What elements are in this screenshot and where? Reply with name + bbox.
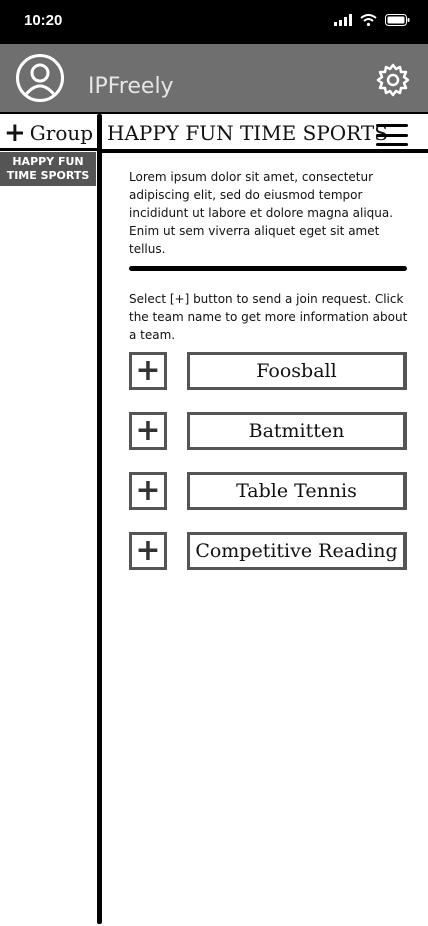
team-row: + Foosball: [129, 352, 407, 392]
team-name-button[interactable]: Table Tennis: [187, 472, 407, 510]
add-group-button[interactable]: + Group: [4, 118, 93, 148]
add-group-label: Group: [29, 121, 94, 145]
join-team-button[interactable]: +: [129, 352, 167, 390]
wifi-icon: [360, 14, 377, 26]
app-header: IPFreely: [0, 44, 428, 114]
avatar[interactable]: [16, 54, 64, 102]
status-bar: 10:20: [0, 0, 428, 44]
menu-icon[interactable]: [376, 124, 408, 146]
plus-icon: +: [135, 473, 161, 508]
status-time: 10:20: [24, 12, 63, 29]
divider: [0, 148, 100, 151]
team-name-button[interactable]: Foosball: [187, 352, 407, 390]
team-name-button[interactable]: Batmitten: [187, 412, 407, 450]
page-title: HAPPY FUN TIME SPORTS: [107, 121, 388, 145]
team-row: + Competitive Reading: [129, 532, 407, 572]
instructions-text: Select [+] button to send a join request…: [129, 292, 408, 342]
battery-icon: [385, 14, 410, 26]
gear-icon[interactable]: [376, 63, 410, 97]
sidebar-item-group[interactable]: HAPPY FUN TIME SPORTS: [0, 152, 96, 186]
plus-icon: +: [135, 533, 161, 568]
join-team-button[interactable]: +: [129, 412, 167, 450]
team-name-button[interactable]: Competitive Reading: [187, 532, 407, 570]
username: IPFreely: [88, 74, 174, 99]
team-row: + Table Tennis: [129, 472, 407, 512]
plus-icon: +: [135, 413, 161, 448]
divider: [102, 149, 428, 153]
group-description: Lorem ipsum dolor sit amet, consectetur …: [129, 170, 394, 256]
join-team-button[interactable]: +: [129, 532, 167, 570]
signal-icon: [334, 14, 352, 26]
user-icon: [22, 63, 58, 98]
divider: [0, 112, 428, 114]
status-icons: [334, 14, 410, 26]
team-row: + Batmitten: [129, 412, 407, 452]
plus-icon: +: [135, 353, 161, 388]
plus-icon: +: [4, 118, 26, 148]
divider: [129, 266, 407, 271]
join-team-button[interactable]: +: [129, 472, 167, 510]
sidebar-divider: [97, 114, 102, 924]
